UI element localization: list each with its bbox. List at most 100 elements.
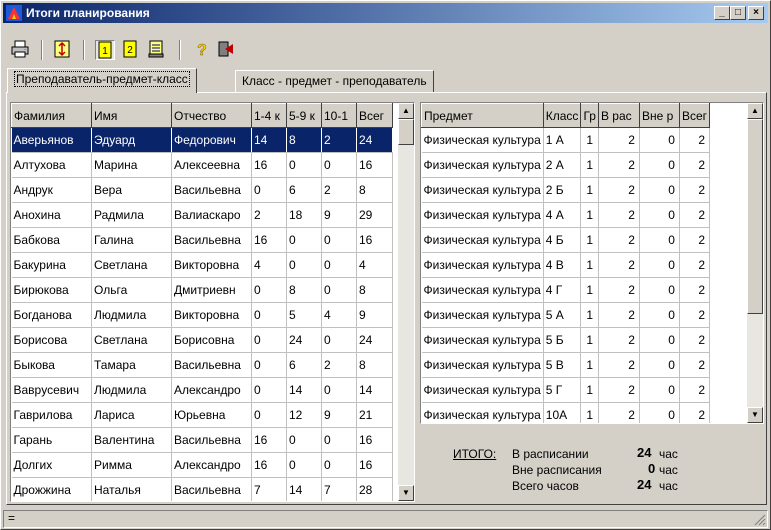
- table-cell[interactable]: Наталья: [91, 477, 172, 501]
- table-cell[interactable]: Римма: [91, 452, 172, 478]
- table-cell[interactable]: Физическая культура: [421, 152, 544, 178]
- table-row[interactable]: Физическая культура 4 А1202: [421, 202, 711, 228]
- table-cell[interactable]: Васильевна: [171, 227, 252, 253]
- table-cell[interactable]: Лариса: [91, 402, 172, 428]
- table-cell[interactable]: 2: [679, 327, 711, 353]
- column-header[interactable]: Всег: [678, 103, 711, 128]
- table-cell[interactable]: 0: [251, 327, 287, 353]
- table-cell[interactable]: 0: [321, 277, 357, 303]
- column-header[interactable]: Всег: [356, 103, 393, 128]
- table-cell[interactable]: 12: [286, 402, 322, 428]
- table-cell[interactable]: 5 В: [543, 352, 582, 378]
- table-cell[interactable]: 0: [251, 352, 287, 378]
- table-cell[interactable]: Алтухова: [11, 152, 92, 178]
- table-cell[interactable]: 0: [286, 427, 322, 453]
- table-cell[interactable]: 1: [580, 352, 599, 378]
- view1-icon[interactable]: 1: [95, 40, 115, 60]
- table-cell[interactable]: 1: [580, 377, 599, 403]
- table-row[interactable]: Физическая культура 5 А1202: [421, 302, 711, 328]
- table-cell[interactable]: 4: [356, 252, 393, 278]
- table-cell[interactable]: Васильевна: [171, 352, 252, 378]
- table-cell[interactable]: 16: [251, 227, 287, 253]
- table-cell[interactable]: 2: [679, 202, 711, 228]
- table-cell[interactable]: 5: [286, 302, 322, 328]
- table-cell[interactable]: 4 Г: [543, 277, 582, 303]
- table-cell[interactable]: 2: [679, 352, 711, 378]
- table-cell[interactable]: 2: [679, 402, 711, 423]
- table-row[interactable]: Андрук Вера Васильевна 0 6 2 8: [11, 177, 393, 203]
- table-cell[interactable]: 24: [286, 327, 322, 353]
- table-cell[interactable]: Аверьянов: [11, 127, 92, 153]
- table-cell[interactable]: Богданова: [11, 302, 92, 328]
- table-cell[interactable]: Борисовна: [171, 327, 252, 353]
- table-cell[interactable]: 0: [251, 177, 287, 203]
- table-cell[interactable]: Физическая культура: [421, 202, 544, 228]
- table-cell[interactable]: 2: [679, 377, 711, 403]
- table-cell[interactable]: 1: [580, 202, 599, 228]
- resize-grip-icon[interactable]: [754, 514, 766, 526]
- table-cell[interactable]: 0: [639, 152, 680, 178]
- table-cell[interactable]: 2: [598, 177, 640, 203]
- table-cell[interactable]: 16: [356, 227, 393, 253]
- table-cell[interactable]: Тамара: [91, 352, 172, 378]
- table-row[interactable]: Физическая культура 5 Б1202: [421, 327, 711, 353]
- table-cell[interactable]: 2: [321, 177, 357, 203]
- table-cell[interactable]: 8: [356, 277, 393, 303]
- table-cell[interactable]: 0: [639, 127, 680, 153]
- table-cell[interactable]: 2: [679, 127, 711, 153]
- table-cell[interactable]: 0: [251, 302, 287, 328]
- table-cell[interactable]: 16: [356, 152, 393, 178]
- table-cell[interactable]: 29: [356, 202, 393, 228]
- table-cell[interactable]: 7: [251, 477, 287, 501]
- table-cell[interactable]: Гарань: [11, 427, 92, 453]
- table-row[interactable]: Анохина Радмила Валиаскаро 2 18 9 29: [11, 202, 393, 228]
- table-row[interactable]: Физическая культура 2 А1202: [421, 152, 711, 178]
- table-cell[interactable]: Физическая культура: [421, 377, 544, 403]
- scroll-down-button[interactable]: ▼: [747, 407, 763, 423]
- column-header[interactable]: Вне р: [638, 103, 680, 128]
- table-row[interactable]: Борисова Светлана Борисовна 0 24 0 24: [11, 327, 393, 353]
- table-cell[interactable]: Эдуард: [91, 127, 172, 153]
- table-cell[interactable]: 1: [580, 252, 599, 278]
- help-icon[interactable]: ?: [193, 40, 213, 60]
- table-cell[interactable]: 9: [356, 302, 393, 328]
- table-cell[interactable]: 0: [286, 452, 322, 478]
- title-bar[interactable]: Итоги планирования _ □ ×: [3, 3, 768, 23]
- table-cell[interactable]: 14: [286, 377, 322, 403]
- teachers-grid[interactable]: Фамилия Имя Отчество 1-4 к 5-9 к 10-1 Всег Аве…: [10, 102, 415, 502]
- table-row[interactable]: Физическая культура 4 Г1202: [421, 277, 711, 303]
- table-row[interactable]: Аверьянов Эдуард Федорович 14 8 2 24: [11, 127, 393, 153]
- table-cell[interactable]: Дмитриевн: [171, 277, 252, 303]
- table-cell[interactable]: 0: [639, 377, 680, 403]
- table-cell[interactable]: Светлана: [91, 327, 172, 353]
- table-cell[interactable]: Бакурина: [11, 252, 92, 278]
- table-cell[interactable]: 8: [286, 277, 322, 303]
- close-button[interactable]: ×: [748, 6, 764, 20]
- column-header[interactable]: Отчество: [171, 103, 252, 128]
- table-cell[interactable]: 0: [639, 327, 680, 353]
- table-cell[interactable]: 7: [321, 477, 357, 501]
- table-cell[interactable]: 2 А: [543, 152, 582, 178]
- table-cell[interactable]: 21: [356, 402, 393, 428]
- teachers-scrollbar[interactable]: ▲ ▼: [398, 103, 414, 501]
- table-cell[interactable]: 0: [286, 252, 322, 278]
- printer-icon[interactable]: [11, 40, 31, 60]
- table-cell[interactable]: 2: [598, 227, 640, 253]
- table-cell[interactable]: Борисова: [11, 327, 92, 353]
- table-cell[interactable]: 1: [580, 177, 599, 203]
- table-cell[interactable]: 1: [580, 277, 599, 303]
- table-cell[interactable]: Физическая культура: [421, 227, 544, 253]
- table-cell[interactable]: 2: [598, 277, 640, 303]
- table-row[interactable]: Богданова Людмила Викторовна 0 5 4 9: [11, 302, 393, 328]
- table-cell[interactable]: 2 Б: [543, 177, 582, 203]
- exit-icon[interactable]: [217, 40, 237, 60]
- table-row[interactable]: Вавpусевич Людмила Александро 0 14 0 14: [11, 377, 393, 403]
- table-cell[interactable]: 2: [679, 177, 711, 203]
- table-cell[interactable]: 10А: [543, 402, 582, 423]
- table-cell[interactable]: 4 В: [543, 252, 582, 278]
- table-cell[interactable]: Физическая культура: [421, 352, 544, 378]
- table-cell[interactable]: 0: [321, 327, 357, 353]
- maximize-button[interactable]: □: [730, 6, 746, 20]
- table-cell[interactable]: Васильевна: [171, 477, 252, 501]
- table-cell[interactable]: 8: [356, 177, 393, 203]
